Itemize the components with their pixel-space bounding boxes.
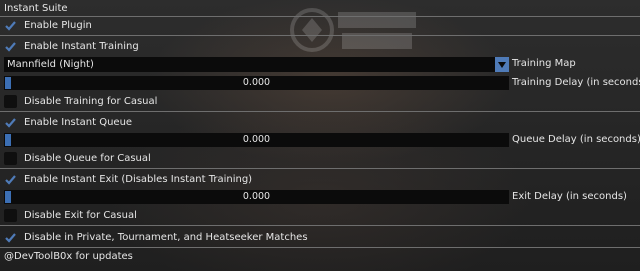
divider xyxy=(0,168,640,169)
disable-training-casual-checkbox[interactable]: Disable Training for Casual xyxy=(4,93,157,109)
checkbox-box xyxy=(4,94,17,108)
enable-instant-queue-label: Enable Instant Queue xyxy=(24,116,133,128)
exit-delay-value: 0.000 xyxy=(242,191,271,202)
footer-note: @DevToolB0x for updates xyxy=(4,251,133,262)
disable-training-casual-label: Disable Training for Casual xyxy=(24,95,158,107)
divider xyxy=(0,16,640,17)
divider xyxy=(0,111,640,112)
disable-private-matches-label: Disable in Private, Tournament, and Heat… xyxy=(24,231,308,243)
checkbox-box xyxy=(4,208,17,222)
enable-instant-exit-label: Enable Instant Exit (Disables Instant Tr… xyxy=(24,173,253,185)
check-icon xyxy=(4,173,17,186)
disable-queue-casual-checkbox[interactable]: Disable Queue for Casual xyxy=(4,150,151,166)
training-delay-label: Training Delay (in seconds) xyxy=(512,77,640,88)
enable-plugin-label: Enable Plugin xyxy=(24,19,92,31)
training-delay-slider[interactable]: 0.000 xyxy=(4,76,509,90)
check-icon xyxy=(4,40,17,53)
exit-delay-slider[interactable]: 0.000 xyxy=(4,190,509,204)
queue-delay-value: 0.000 xyxy=(242,134,271,145)
enable-instant-training-label: Enable Instant Training xyxy=(24,40,139,52)
check-icon xyxy=(4,116,17,129)
disable-private-matches-checkbox[interactable]: Disable in Private, Tournament, and Heat… xyxy=(4,229,308,245)
checkbox-box xyxy=(4,151,17,165)
enable-plugin-checkbox[interactable]: Enable Plugin xyxy=(4,17,92,33)
divider xyxy=(0,225,640,226)
check-icon xyxy=(4,231,17,244)
panel-title: Instant Suite xyxy=(4,3,68,14)
training-map-value: Mannfield (Night) xyxy=(7,59,94,70)
queue-delay-label: Queue Delay (in seconds) xyxy=(512,134,640,145)
enable-instant-training-checkbox[interactable]: Enable Instant Training xyxy=(4,38,139,54)
queue-delay-slider[interactable]: 0.000 xyxy=(4,133,509,147)
plugin-settings-panel: Instant Suite Enable Plugin Enable Insta… xyxy=(0,0,640,271)
training-delay-value: 0.000 xyxy=(242,77,271,88)
divider xyxy=(0,247,640,248)
triangle-down-icon[interactable] xyxy=(495,57,509,72)
disable-exit-casual-label: Disable Exit for Casual xyxy=(24,209,137,221)
disable-queue-casual-label: Disable Queue for Casual xyxy=(24,152,151,164)
disable-exit-casual-checkbox[interactable]: Disable Exit for Casual xyxy=(4,207,137,223)
divider xyxy=(0,35,640,36)
training-map-dropdown[interactable]: Mannfield (Night) xyxy=(4,57,509,72)
check-icon xyxy=(4,19,17,32)
enable-instant-exit-checkbox[interactable]: Enable Instant Exit (Disables Instant Tr… xyxy=(4,171,252,187)
exit-delay-label: Exit Delay (in seconds) xyxy=(512,191,627,202)
training-map-label: Training Map xyxy=(512,58,576,69)
enable-instant-queue-checkbox[interactable]: Enable Instant Queue xyxy=(4,114,132,130)
